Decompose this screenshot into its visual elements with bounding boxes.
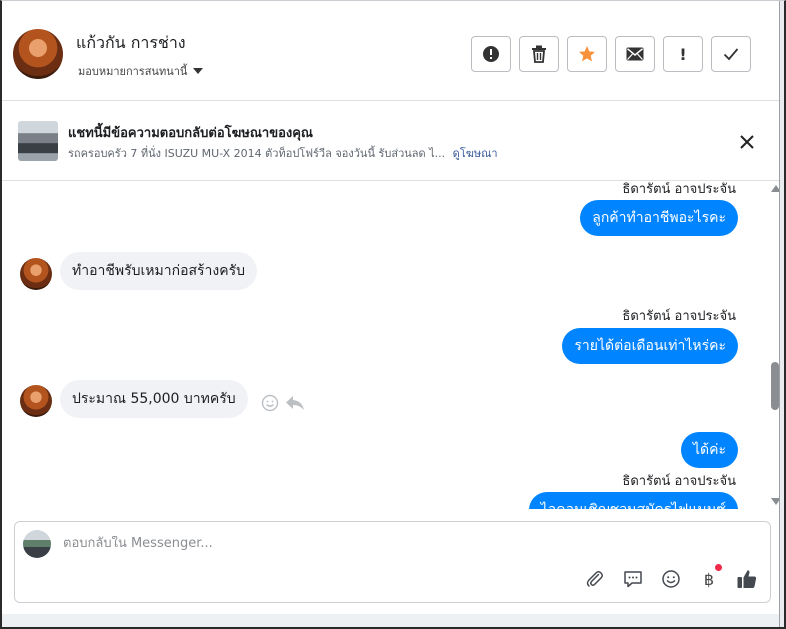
- star-button[interactable]: [567, 36, 607, 72]
- ad-banner-title: แชทนี้มีข้อความตอบกลับต่อโฆษณาของคุณ: [68, 126, 313, 141]
- ad-description-text: รถครอบครัว 7 ที่นั่ง ISUZU MU-X 2014 ตัว…: [68, 147, 446, 160]
- outgoing-message[interactable]: ได้ค่ะ: [680, 432, 738, 468]
- reply-input[interactable]: [63, 536, 723, 551]
- reply-composer: ฿: [14, 521, 771, 603]
- assign-conversation-dropdown[interactable]: มอบหมายการสนทนานี้: [78, 62, 204, 80]
- contact-avatar-small[interactable]: [20, 385, 52, 417]
- incoming-message[interactable]: ประมาณ 55,000 บาทครับ: [60, 380, 248, 418]
- reply-arrow-icon[interactable]: [285, 394, 305, 412]
- window-edge: [779, 1, 784, 627]
- exclamation-icon: !: [679, 44, 687, 64]
- contact-name[interactable]: แก้วกัน การช่าง: [76, 31, 186, 56]
- conversation-header: แก้วกัน การช่าง มอบหมายการสนทนานี้ !: [2, 1, 784, 101]
- thumbs-up-icon: [737, 570, 757, 588]
- star-icon: [579, 46, 595, 62]
- delete-button[interactable]: [519, 36, 559, 72]
- alert-circle-icon: [483, 46, 499, 62]
- trash-icon: [532, 45, 546, 63]
- message-actions: [261, 394, 305, 412]
- conversation-panel: แก้วกัน การช่าง มอบหมายการสนทนานี้ ! แชท…: [0, 0, 786, 629]
- smiley-icon: [662, 570, 680, 588]
- ad-banner-description: รถครอบครัว 7 ที่นั่ง ISUZU MU-X 2014 ตัว…: [68, 144, 498, 162]
- outgoing-message-partial[interactable]: ไอคอนเชิญชวนสมัครไฟแนนซ์: [528, 492, 738, 509]
- outgoing-message[interactable]: รายได้ต่อเดือนเท่าไหร่คะ: [562, 328, 738, 364]
- attach-file-button[interactable]: [584, 568, 606, 590]
- sender-name: ธิดารัตน์ อาจประจัน: [622, 309, 736, 324]
- paperclip-icon: [586, 571, 603, 587]
- mark-unread-button[interactable]: [615, 36, 655, 72]
- outgoing-message[interactable]: ลูกค้าทำอาชีพอะไรคะ: [580, 200, 738, 236]
- view-ad-link[interactable]: ดูโฆษณา: [453, 147, 498, 160]
- sender-name: ธิดารัตน์ อาจประจัน: [622, 182, 736, 197]
- message-thread[interactable]: ธิดารัตน์ อาจประจัน ลูกค้าทำอาชีพอะไรคะ …: [2, 182, 770, 509]
- header-actions: !: [471, 36, 751, 72]
- composer-tools: ฿: [584, 564, 758, 590]
- assign-label: มอบหมายการสนทนานี้: [78, 65, 188, 78]
- like-button[interactable]: [736, 568, 758, 590]
- contact-avatar-small[interactable]: [20, 258, 52, 290]
- footer-strip: [2, 614, 784, 627]
- baht-icon: ฿: [703, 569, 715, 589]
- payment-button[interactable]: ฿: [698, 564, 722, 590]
- sender-name: ธิดารัตน์ อาจประจัน: [622, 474, 736, 489]
- notification-dot: [715, 564, 722, 571]
- follow-up-button[interactable]: !: [663, 36, 703, 72]
- emoji-button[interactable]: [660, 568, 682, 590]
- chat-bubble-icon: [624, 571, 642, 588]
- ad-thumbnail[interactable]: [18, 121, 58, 161]
- mark-done-button[interactable]: [711, 36, 751, 72]
- check-icon: [723, 48, 739, 61]
- scrollbar-thumb[interactable]: [771, 362, 779, 410]
- saved-replies-button[interactable]: [622, 568, 644, 590]
- incoming-message[interactable]: ทำอาชีพรับเหมาก่อสร้างครับ: [60, 252, 258, 290]
- close-icon: [740, 135, 754, 149]
- react-smiley-icon[interactable]: [261, 394, 279, 412]
- page-avatar: [23, 530, 51, 558]
- chevron-down-icon: [193, 68, 204, 74]
- mark-spam-button[interactable]: [471, 36, 511, 72]
- contact-avatar[interactable]: [13, 29, 63, 79]
- envelope-icon: [626, 47, 644, 61]
- close-banner-button[interactable]: [736, 131, 758, 153]
